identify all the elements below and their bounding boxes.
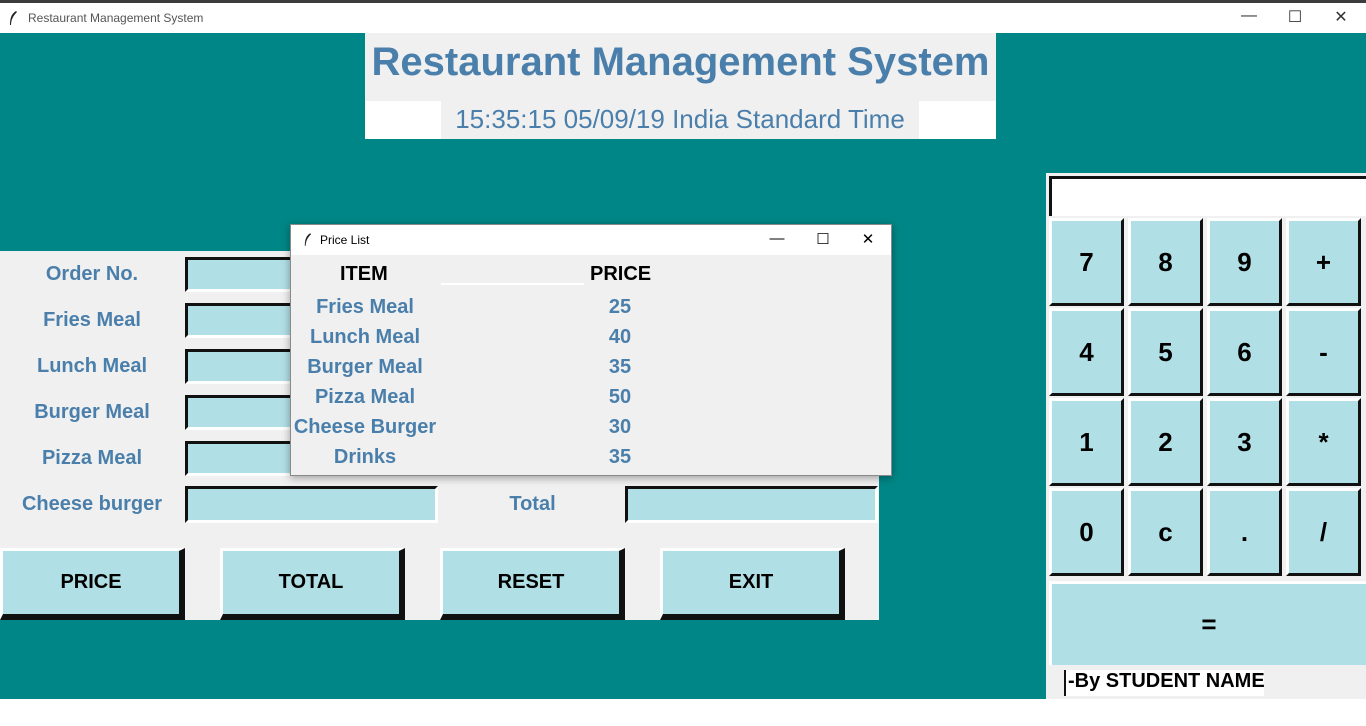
order-no-field[interactable]	[185, 257, 295, 292]
price-item-name: Burger Meal	[307, 356, 423, 378]
calc-key-divide[interactable]: /	[1286, 488, 1361, 576]
price-item-value: 30	[608, 416, 632, 438]
price-item-name: Pizza Meal	[314, 386, 416, 408]
close-button[interactable]: ✕	[1318, 7, 1364, 27]
calc-key-5[interactable]: 5	[1128, 308, 1203, 396]
window-titlebar: Restaurant Management System — ☐ ✕	[0, 0, 1366, 33]
total-field[interactable]	[625, 486, 878, 523]
total-label: Total	[509, 493, 556, 515]
reset-button[interactable]: RESET	[440, 548, 625, 620]
maximize-button[interactable]: ☐	[1272, 7, 1318, 27]
lunch-meal-field[interactable]	[185, 349, 295, 384]
calc-key-multiply[interactable]: *	[1286, 398, 1361, 486]
calc-key-9[interactable]: 9	[1207, 218, 1282, 306]
calc-key-dot[interactable]: .	[1207, 488, 1282, 576]
popup-maximize-button[interactable]: ☐	[803, 230, 843, 248]
price-list-titlebar: Price List — ☐ ✕	[291, 225, 891, 255]
burger-meal-field[interactable]	[185, 395, 295, 430]
burger-meal-label: Burger Meal	[34, 401, 150, 423]
calc-key-plus[interactable]: +	[1286, 218, 1361, 306]
fries-meal-field[interactable]	[185, 303, 295, 338]
header-divider	[441, 283, 584, 285]
calc-key-2[interactable]: 2	[1128, 398, 1203, 486]
price-item-value: 35	[608, 356, 632, 378]
pizza-meal-label: Pizza Meal	[41, 447, 143, 469]
bottom-strip	[0, 699, 1366, 726]
calc-key-4[interactable]: 4	[1049, 308, 1124, 396]
price-list-title: Price List	[320, 233, 370, 247]
price-item-value: 25	[608, 296, 632, 318]
price-item-name: Drinks	[333, 446, 397, 468]
calc-key-1[interactable]: 1	[1049, 398, 1124, 486]
price-button[interactable]: PRICE	[0, 548, 185, 620]
calc-key-clear[interactable]: c	[1128, 488, 1203, 576]
feather-icon	[10, 11, 17, 25]
calc-key-equals[interactable]: =	[1049, 581, 1366, 665]
page-title: Restaurant Management System	[371, 40, 990, 84]
calc-key-7[interactable]: 7	[1049, 218, 1124, 306]
calc-key-minus[interactable]: -	[1286, 308, 1361, 396]
calc-key-0[interactable]: 0	[1049, 488, 1124, 576]
order-no-label: Order No.	[45, 263, 139, 285]
total-button[interactable]: TOTAL	[220, 548, 405, 620]
price-list-window: Price List — ☐ ✕ ITEM PRICE Fries Meal 2…	[290, 224, 892, 476]
calculator-display[interactable]	[1049, 176, 1366, 216]
price-item-name: Fries Meal	[316, 296, 414, 318]
price-item-value: 35	[608, 446, 632, 468]
clock-label: 15:35:15 05/09/19 India Standard Time	[455, 104, 905, 134]
price-item-value: 40	[608, 326, 632, 348]
price-item-name: Cheese Burger	[293, 416, 437, 438]
lunch-meal-label: Lunch Meal	[36, 355, 147, 377]
item-column-header: ITEM	[340, 263, 388, 285]
minimize-button[interactable]: —	[1226, 7, 1272, 25]
cheese-burger-label: Cheese burger	[21, 493, 163, 515]
price-column-header: PRICE	[590, 263, 652, 285]
calc-key-3[interactable]: 3	[1207, 398, 1282, 486]
price-item-value: 50	[608, 386, 632, 408]
pizza-meal-field[interactable]	[185, 441, 295, 476]
cheese-burger-field[interactable]	[185, 486, 438, 523]
price-item-name: Lunch Meal	[309, 326, 420, 348]
credit-label: -By STUDENT NAME	[1064, 670, 1265, 696]
popup-close-button[interactable]: ✕	[848, 230, 888, 248]
fries-meal-label: Fries Meal	[43, 309, 141, 331]
window-title: Restaurant Management System	[28, 11, 204, 25]
calc-key-6[interactable]: 6	[1207, 308, 1282, 396]
calc-key-8[interactable]: 8	[1128, 218, 1203, 306]
popup-minimize-button[interactable]: —	[757, 230, 797, 247]
exit-button[interactable]: EXIT	[660, 548, 845, 620]
feather-icon	[304, 233, 312, 246]
